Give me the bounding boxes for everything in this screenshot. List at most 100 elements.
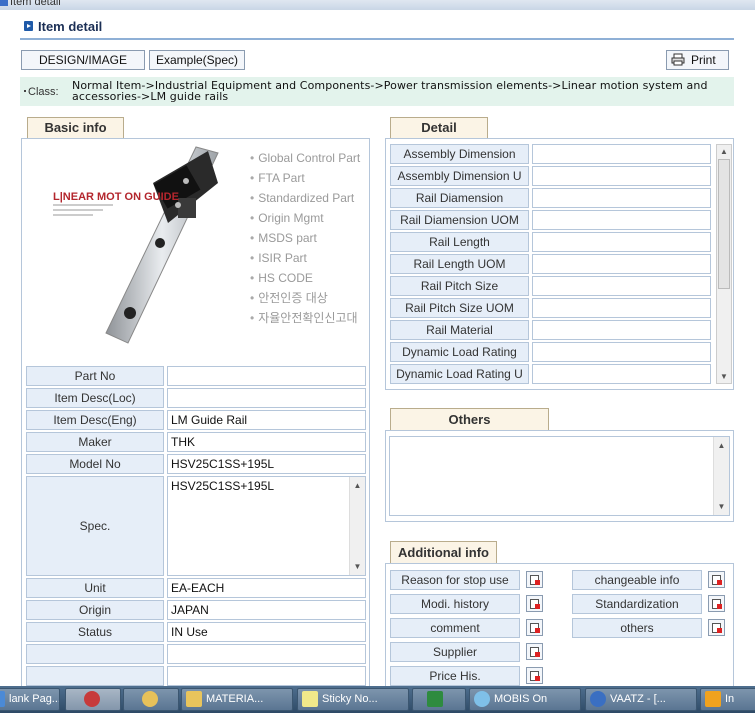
status-value: IN Use [167,622,366,642]
detail-value [532,364,711,384]
open-popup-icon[interactable] [526,595,543,612]
detail-value [532,254,711,274]
additional-info-button[interactable]: changeable info [572,570,702,590]
status-label: Status [26,622,164,642]
detail-value [532,166,711,186]
print-button[interactable]: Print [666,50,729,70]
flag-item: MSDS part [250,228,370,248]
taskbar-label: lank Pag... [9,693,60,705]
detail-label: Dynamic Load Rating U [390,364,529,384]
snipping-icon [84,691,100,708]
page-title: Item detail [38,19,103,34]
open-popup-icon[interactable] [526,643,543,660]
item-desc-eng-label: Item Desc(Eng) [26,410,164,430]
taskbar-label: MATERIA... [206,693,264,705]
detail-scrollbar[interactable]: ▲ ▼ [716,144,732,384]
taskbar-item-paint[interactable] [123,688,179,711]
flag-item: HS CODE [250,268,370,288]
additional-info-button[interactable]: comment [390,618,520,638]
detail-value [532,188,711,208]
flag-item: Global Control Part [250,148,370,168]
taskbar-item-snipping[interactable] [65,688,121,711]
window-icon [0,0,8,6]
open-popup-icon[interactable] [708,571,725,588]
classification-bar: Class: Normal Item->Industrial Equipment… [20,77,734,106]
printer-icon [671,53,685,66]
others-textarea[interactable]: ▲ ▼ [389,436,730,516]
open-popup-icon[interactable] [526,571,543,588]
unit-value: EA-EACH [167,578,366,598]
detail-label: Rail Diamension [390,188,529,208]
taskbar-item-mobis-on[interactable]: MOBIS On [469,688,581,711]
detail-label: Rail Length UOM [390,254,529,274]
extra-label-2 [26,666,164,686]
taskbar-item-outlook[interactable]: In [700,688,755,711]
item-desc-loc-value [167,388,366,408]
taskbar-label: In [725,693,735,705]
class-path: Normal Item->Industrial Equipment and Co… [72,79,708,103]
detail-label: Rail Pitch Size UOM [390,298,529,318]
scroll-up-icon[interactable]: ▲ [714,441,729,450]
chat-icon [474,691,490,708]
ie-icon [0,691,5,708]
detail-label: Assembly Dimension U [390,166,529,186]
detail-label: Rail Length [390,232,529,252]
paint-icon [142,691,158,708]
taskbar-item-sticky-notes[interactable]: Sticky No... [297,688,409,711]
maker-value: THK [167,432,366,452]
taskbar-item-blank-page[interactable]: lank Pag... [0,688,60,711]
additional-info-button[interactable]: Modi. history [390,594,520,614]
tab-additional-info[interactable]: Additional info [390,541,497,563]
flag-item: 자율안전확인신고대 [250,308,370,328]
excel-icon [427,691,443,708]
origin-label: Origin [26,600,164,620]
additional-info-button[interactable]: Reason for stop use [390,570,520,590]
sticky-notes-icon [302,691,318,708]
detail-label: Assembly Dimension [390,144,529,164]
additional-info-button[interactable]: Supplier [390,642,520,662]
additional-info-button[interactable]: others [572,618,702,638]
header-divider [20,38,734,40]
taskbar-item-excel[interactable] [412,688,466,711]
taskbar-item-vaatz[interactable]: VAATZ - [... [585,688,697,711]
detail-value [532,232,711,252]
origin-value: JAPAN [167,600,366,620]
design-image-button[interactable]: DESIGN/IMAGE [21,50,145,70]
part-flags-list: Global Control Part FTA Part Standardize… [250,148,370,328]
tab-detail[interactable]: Detail [390,117,488,138]
taskbar: lank Pag... MATERIA... Sticky No... MOBI… [0,686,755,713]
example-spec-button[interactable]: Example(Spec) [149,50,245,70]
additional-info-button[interactable]: Standardization [572,594,702,614]
maker-label: Maker [26,432,164,452]
open-popup-icon[interactable] [708,619,725,636]
others-scrollbar[interactable]: ▲ ▼ [713,437,729,515]
scroll-down-icon[interactable]: ▼ [717,372,731,381]
taskbar-item-materials[interactable]: MATERIA... [181,688,293,711]
scroll-down-icon[interactable]: ▼ [714,502,729,511]
scroll-down-icon[interactable]: ▼ [350,562,365,571]
open-popup-icon[interactable] [708,595,725,612]
globe-icon [590,691,606,708]
flag-item: FTA Part [250,168,370,188]
header-bullet-icon [24,21,33,31]
scroll-thumb[interactable] [718,159,730,289]
spec-textarea[interactable]: HSV25C1SS+195L ▲ ▼ [167,476,366,576]
spec-scrollbar[interactable]: ▲ ▼ [349,477,365,575]
scroll-up-icon[interactable]: ▲ [350,481,365,490]
taskbar-label: Sticky No... [322,693,378,705]
unit-label: Unit [26,578,164,598]
detail-value [532,144,711,164]
item-desc-eng-value: LM Guide Rail [167,410,366,430]
tab-others[interactable]: Others [390,408,549,430]
open-popup-icon[interactable] [526,619,543,636]
taskbar-label: VAATZ - [... [610,693,666,705]
extra-value-2 [167,666,366,686]
additional-info-button[interactable]: Price His. [390,666,520,686]
scroll-up-icon[interactable]: ▲ [717,147,731,156]
extra-label-1 [26,644,164,664]
tab-basic-info[interactable]: Basic info [27,117,124,138]
spec-text: HSV25C1SS+195L [171,479,275,493]
print-label: Print [691,53,716,67]
open-popup-icon[interactable] [526,667,543,684]
folder-icon [186,691,202,708]
